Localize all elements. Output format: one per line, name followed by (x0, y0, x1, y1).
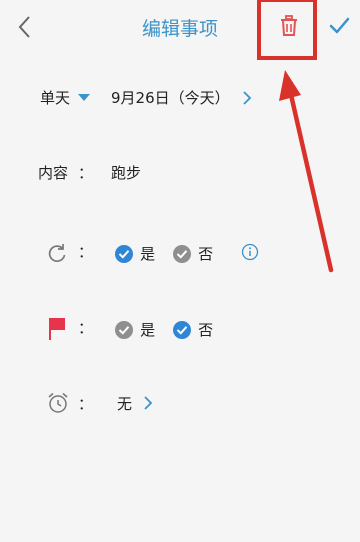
repeat-no-label: 否 (198, 244, 214, 263)
chevron-right-icon[interactable] (142, 394, 154, 412)
repeat-yes-option[interactable]: 是 (115, 243, 155, 264)
repeat-yes-label: 是 (140, 244, 156, 263)
info-icon[interactable] (241, 243, 259, 261)
annotation-arrow (279, 70, 334, 273)
repeat-no-option[interactable]: 否 (173, 243, 213, 264)
checked-circle-icon (115, 244, 133, 263)
alarm-clock-icon (46, 391, 70, 415)
caret-down-icon (77, 94, 90, 101)
date-value[interactable]: 9月26日（今天） (111, 88, 230, 108)
flag-no-label: 否 (198, 320, 214, 339)
flag-icon (48, 317, 68, 341)
repeat-colon: ： (78, 243, 94, 261)
checked-circle-icon (173, 320, 191, 339)
content-value[interactable]: 跑步 (111, 163, 141, 183)
flag-yes-label: 是 (140, 320, 156, 339)
alarm-colon: ： (78, 395, 94, 413)
content-colon: ： (78, 164, 94, 182)
chevron-right-icon[interactable] (241, 89, 253, 107)
flag-no-option[interactable]: 否 (173, 319, 213, 340)
unchecked-circle-icon (173, 244, 191, 263)
date-mode-label: 单天 (40, 89, 71, 107)
refresh-icon (46, 242, 68, 264)
alarm-value[interactable]: 无 (117, 394, 132, 414)
flag-colon: ： (78, 319, 94, 337)
content-label: 内容 (38, 164, 69, 182)
flag-yes-option[interactable]: 是 (115, 319, 155, 340)
date-mode-selector[interactable]: 单天 (40, 88, 90, 108)
unchecked-circle-icon (115, 320, 133, 339)
